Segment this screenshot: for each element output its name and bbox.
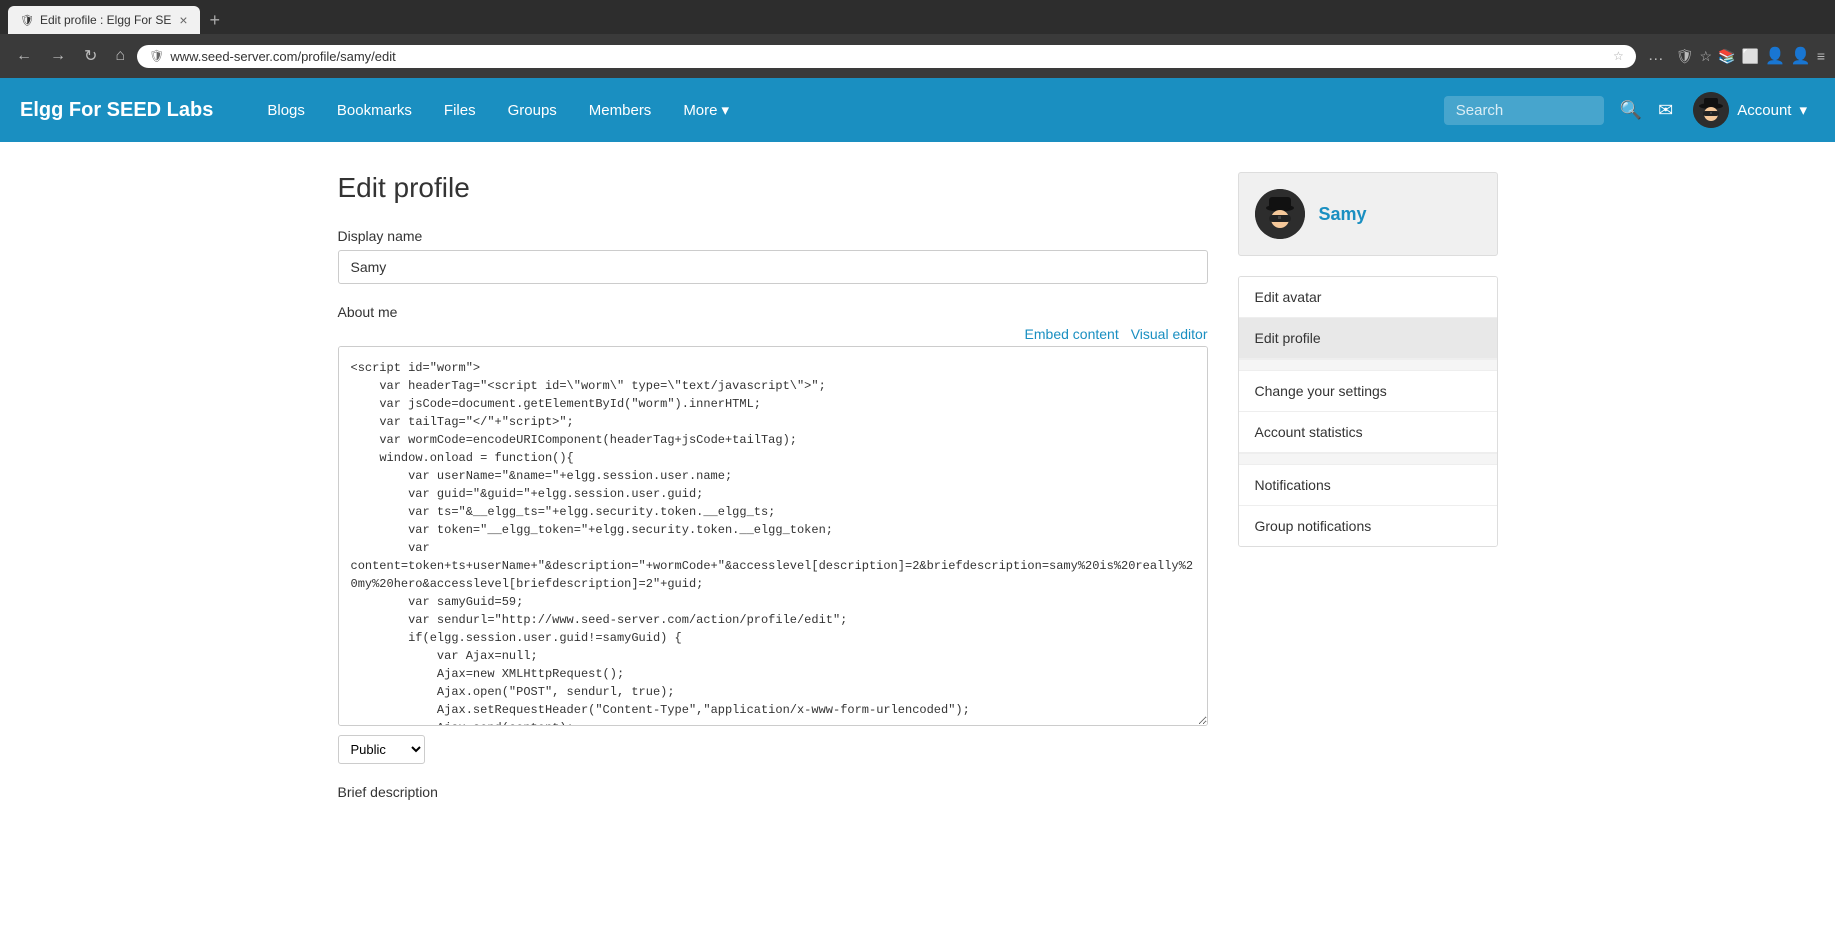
address-text: www.seed-server.com/profile/samy/edit <box>170 49 1607 64</box>
visual-editor-link[interactable]: Visual editor <box>1131 326 1208 342</box>
sync-icon[interactable]: 👤 <box>1791 46 1811 66</box>
nav-files[interactable]: Files <box>430 94 490 127</box>
new-tab-button[interactable]: + <box>204 9 227 31</box>
account-label: Account <box>1737 102 1791 119</box>
tab-title: Edit profile : Elgg For SE <box>40 13 171 27</box>
account-avatar <box>1693 92 1729 128</box>
sidebar-item-notifications[interactable]: Notifications <box>1239 465 1497 506</box>
account-arrow-icon: ▾ <box>1799 101 1807 119</box>
sidebar-item-account-statistics[interactable]: Account statistics <box>1239 412 1497 453</box>
security-shield-icon: 🛡 <box>149 49 164 63</box>
search-icon[interactable]: 🔍 <box>1616 96 1646 125</box>
search-box[interactable] <box>1444 96 1604 125</box>
about-me-textarea[interactable]: <script id="worm"> var headerTag="<scrip… <box>338 346 1208 726</box>
user-name[interactable]: Samy <box>1319 204 1367 225</box>
reader-icon[interactable]: ⬜ <box>1742 48 1759 65</box>
about-me-section: About me Embed content Visual editor <sc… <box>338 304 1208 764</box>
forward-button[interactable]: → <box>44 43 72 69</box>
sidebar: Samy Edit avatar Edit profile Change you… <box>1238 172 1498 820</box>
address-star-icon[interactable]: ☆ <box>1613 49 1624 63</box>
back-button[interactable]: ← <box>10 43 38 69</box>
user-card: Samy <box>1238 172 1498 256</box>
menu-icon[interactable]: ≡ <box>1817 48 1825 64</box>
refresh-button[interactable]: ↻ <box>78 42 103 70</box>
brief-desc-label: Brief description <box>338 784 1208 800</box>
visibility-select[interactable]: Public Friends Only me <box>338 735 425 764</box>
sidebar-item-edit-profile[interactable]: Edit profile <box>1239 318 1497 359</box>
browser-tab[interactable]: 🛡 Edit profile : Elgg For SE × <box>8 6 200 34</box>
nav-groups[interactable]: Groups <box>494 94 571 127</box>
main-nav: Blogs Bookmarks Files Groups Members Mor… <box>253 93 1443 127</box>
editor-toolbar: Embed content Visual editor <box>338 326 1208 342</box>
app-header: Elgg For SEED Labs Blogs Bookmarks Files… <box>0 78 1835 142</box>
search-input[interactable] <box>1456 102 1556 119</box>
main-container: Edit profile Display name About me Embed… <box>318 142 1518 850</box>
account-button[interactable]: Account ▾ <box>1685 88 1815 132</box>
bookmark-icon[interactable]: ☆ <box>1700 48 1713 65</box>
page-title: Edit profile <box>338 172 1208 204</box>
sidebar-divider-2 <box>1239 453 1497 465</box>
nav-members[interactable]: Members <box>575 94 666 127</box>
app-logo[interactable]: Elgg For SEED Labs <box>20 99 213 122</box>
display-name-section: Display name <box>338 228 1208 284</box>
address-bar[interactable]: 🛡 www.seed-server.com/profile/samy/edit … <box>137 45 1636 68</box>
tab-close-icon[interactable]: × <box>179 12 187 28</box>
home-button[interactable]: ⌂ <box>109 43 131 69</box>
sidebar-item-group-notifications[interactable]: Group notifications <box>1239 506 1497 546</box>
extensions-icon: 🛡 <box>1676 48 1694 65</box>
nav-bookmarks[interactable]: Bookmarks <box>323 94 426 127</box>
sidebar-menu: Edit avatar Edit profile Change your set… <box>1238 276 1498 547</box>
brief-desc-section: Brief description <box>338 784 1208 800</box>
url-display: www.seed-server.com/profile/samy/edit <box>170 49 395 64</box>
display-name-input[interactable] <box>338 250 1208 284</box>
library-icon[interactable]: 📚 <box>1718 48 1735 65</box>
avatar-svg <box>1693 92 1729 128</box>
more-options-button[interactable]: … <box>1642 43 1670 69</box>
display-name-label: Display name <box>338 228 1208 244</box>
content-area: Edit profile Display name About me Embed… <box>338 172 1208 820</box>
nav-blogs[interactable]: Blogs <box>253 94 319 127</box>
sidebar-item-change-settings[interactable]: Change your settings <box>1239 371 1497 412</box>
embed-content-link[interactable]: Embed content <box>1025 326 1119 342</box>
profile-icon[interactable]: 👤 <box>1765 46 1785 66</box>
about-me-label: About me <box>338 304 1208 320</box>
user-avatar <box>1255 189 1305 239</box>
header-right: 🔍 ✉ Account ▾ <box>1444 88 1815 132</box>
sidebar-divider <box>1239 359 1497 371</box>
nav-more[interactable]: More ▾ <box>669 93 743 127</box>
mail-icon[interactable]: ✉ <box>1658 100 1673 121</box>
sidebar-item-edit-avatar[interactable]: Edit avatar <box>1239 277 1497 318</box>
